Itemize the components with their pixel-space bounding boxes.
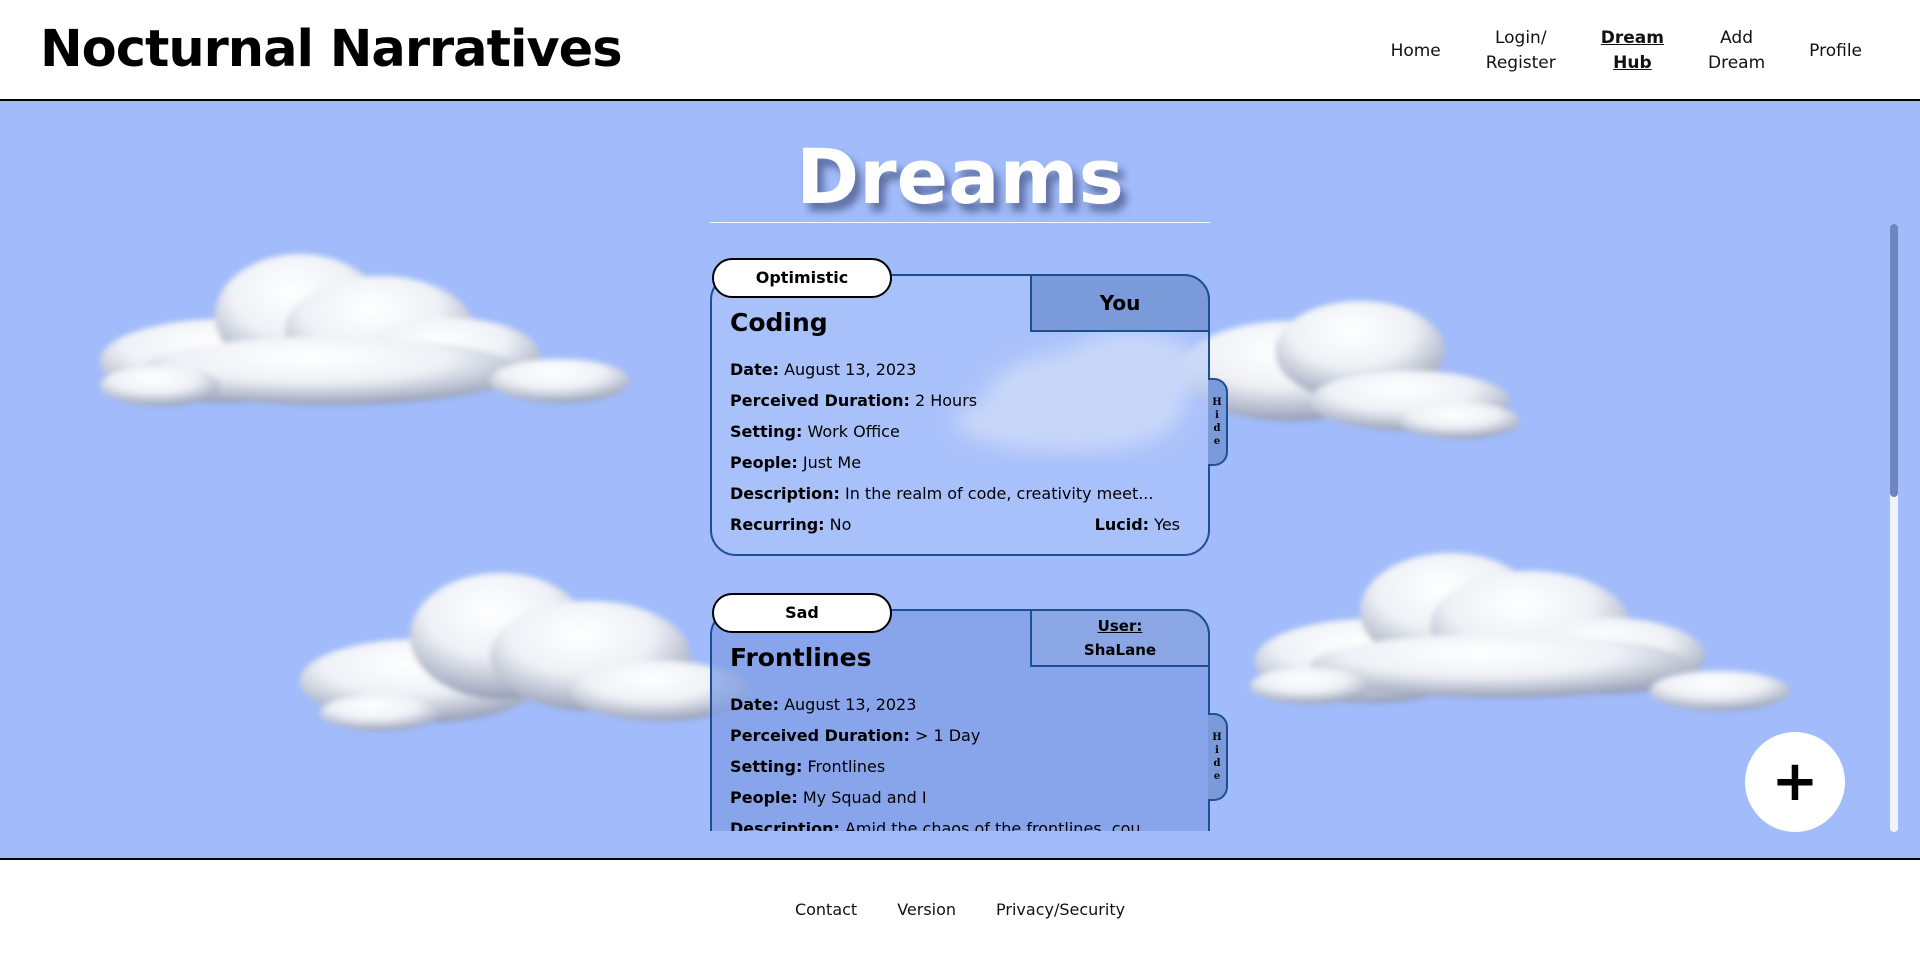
dream-hub-section: Dreams Optimistic You Coding Date: Augus…: [0, 101, 1920, 860]
cloud-left-bottom: [300, 573, 750, 731]
description-field: Description: In the realm of code, creat…: [730, 478, 1180, 509]
site-logo[interactable]: Nocturnal Narratives: [40, 18, 623, 82]
date-value: August 13, 2023: [784, 695, 917, 714]
footer-contact-link[interactable]: Contact: [795, 900, 857, 919]
site-footer: Contact Version Privacy/Security: [0, 862, 1920, 961]
setting-field: Setting: Frontlines: [730, 751, 1180, 782]
date-label: Date:: [730, 360, 779, 379]
title-divider: [710, 222, 1210, 223]
nav-dream-hub-label-2: Hub: [1613, 53, 1652, 73]
footer-version-link[interactable]: Version: [897, 900, 956, 919]
owner-label: User:: [1097, 617, 1143, 635]
flags-row: Recurring: No Lucid: Yes: [730, 509, 1180, 540]
dream-title: Coding: [730, 308, 828, 337]
footer-links: Contact Version Privacy/Security: [0, 900, 1920, 919]
cloud-left-top: [100, 254, 630, 406]
hide-letter-e: e: [1213, 771, 1221, 782]
main-nav: Home Login/ Register Dream Hub Add Dream…: [1347, 26, 1862, 76]
description-value: Amid the chaos of the frontlines, cou...: [844, 819, 1156, 831]
lucid-value: Yes: [1154, 515, 1180, 534]
owner-tab: You: [1030, 274, 1210, 332]
people-label: People:: [730, 788, 798, 807]
recurring-field: Recurring: No: [730, 509, 851, 540]
setting-value: Frontlines: [807, 757, 886, 776]
lucid-field: Lucid: Yes: [1095, 509, 1180, 540]
scrollbar-thumb[interactable]: [1890, 224, 1898, 497]
hide-letter-h: H: [1212, 397, 1222, 408]
hide-letter-h: H: [1212, 732, 1222, 743]
duration-label: Perceived Duration:: [730, 726, 910, 745]
duration-value: 2 Hours: [914, 391, 978, 410]
people-field: People: Just Me: [730, 447, 1180, 478]
owner-tab[interactable]: User: ShaLane: [1030, 609, 1210, 667]
recurring-label: Recurring:: [730, 515, 825, 534]
people-label: People:: [730, 453, 798, 472]
description-label: Description:: [730, 484, 840, 503]
hide-letter-e: e: [1213, 436, 1221, 447]
dream-card[interactable]: Sad User: ShaLane Frontlines Date: Augus…: [710, 593, 1228, 831]
nav-home[interactable]: Home: [1391, 39, 1441, 64]
description-label: Description:: [730, 819, 840, 831]
duration-value: > 1 Day: [914, 726, 981, 745]
nav-profile[interactable]: Profile: [1809, 39, 1862, 64]
nav-dream-hub[interactable]: Dream Hub: [1601, 26, 1664, 76]
people-value: My Squad and I: [802, 788, 927, 807]
duration-field: Perceived Duration: 2 Hours: [730, 385, 1180, 416]
duration-label: Perceived Duration:: [730, 391, 910, 410]
nav-dream-hub-label-1: Dream: [1600, 28, 1664, 48]
nav-login-register[interactable]: Login/ Register: [1485, 26, 1557, 76]
page-title: Dreams: [796, 132, 1124, 221]
scrollbar[interactable]: [1890, 224, 1898, 832]
setting-label: Setting:: [730, 757, 803, 776]
nav-add-dream[interactable]: Add Dream: [1708, 26, 1765, 76]
mood-badge: Sad: [712, 593, 892, 633]
date-field: Date: August 13, 2023: [730, 689, 1180, 720]
setting-value: Work Office: [807, 422, 900, 441]
plus-icon: +: [1771, 749, 1819, 814]
hide-letter-d: d: [1213, 758, 1221, 769]
hide-letter-d: d: [1213, 423, 1221, 434]
description-field: Description: Amid the chaos of the front…: [730, 813, 1180, 831]
hide-letter-i: i: [1215, 745, 1219, 756]
nav-profile-label: Profile: [1809, 40, 1862, 61]
setting-label: Setting:: [730, 422, 803, 441]
description-value: In the realm of code, creativity meet...: [844, 484, 1154, 503]
hide-button[interactable]: H i d e: [1208, 713, 1228, 801]
nav-register-label: Register: [1485, 53, 1556, 73]
nav-add-dream-label-2: Dream: [1707, 53, 1766, 73]
dream-fields: Date: August 13, 2023 Perceived Duration…: [730, 689, 1180, 831]
add-dream-button[interactable]: +: [1745, 732, 1845, 832]
cloud-right-bottom: [1250, 553, 1790, 711]
date-label: Date:: [730, 695, 779, 714]
people-value: Just Me: [802, 453, 862, 472]
lucid-label: Lucid:: [1094, 515, 1150, 534]
nav-home-label: Home: [1390, 40, 1441, 61]
setting-field: Setting: Work Office: [730, 416, 1180, 447]
duration-field: Perceived Duration: > 1 Day: [730, 720, 1180, 751]
footer-privacy-link[interactable]: Privacy/Security: [996, 900, 1125, 919]
dream-card[interactable]: Optimistic You Coding Date: August 13, 2…: [710, 258, 1228, 556]
dream-fields: Date: August 13, 2023 Perceived Duration…: [730, 354, 1180, 540]
dream-list[interactable]: Optimistic You Coding Date: August 13, 2…: [708, 254, 1232, 831]
date-value: August 13, 2023: [784, 360, 917, 379]
hide-letter-i: i: [1215, 410, 1219, 421]
dream-title: Frontlines: [730, 643, 872, 672]
nav-add-dream-label-1: Add: [1720, 28, 1754, 48]
owner-name: You: [1099, 291, 1141, 315]
site-header: Nocturnal Narratives Home Login/ Registe…: [0, 0, 1920, 101]
nav-login-label: Login/: [1494, 28, 1547, 48]
hide-button[interactable]: H i d e: [1208, 378, 1228, 466]
recurring-value: No: [829, 515, 852, 534]
people-field: People: My Squad and I: [730, 782, 1180, 813]
owner-name: ShaLane: [1083, 641, 1157, 659]
mood-badge: Optimistic: [712, 258, 892, 298]
date-field: Date: August 13, 2023: [730, 354, 1180, 385]
